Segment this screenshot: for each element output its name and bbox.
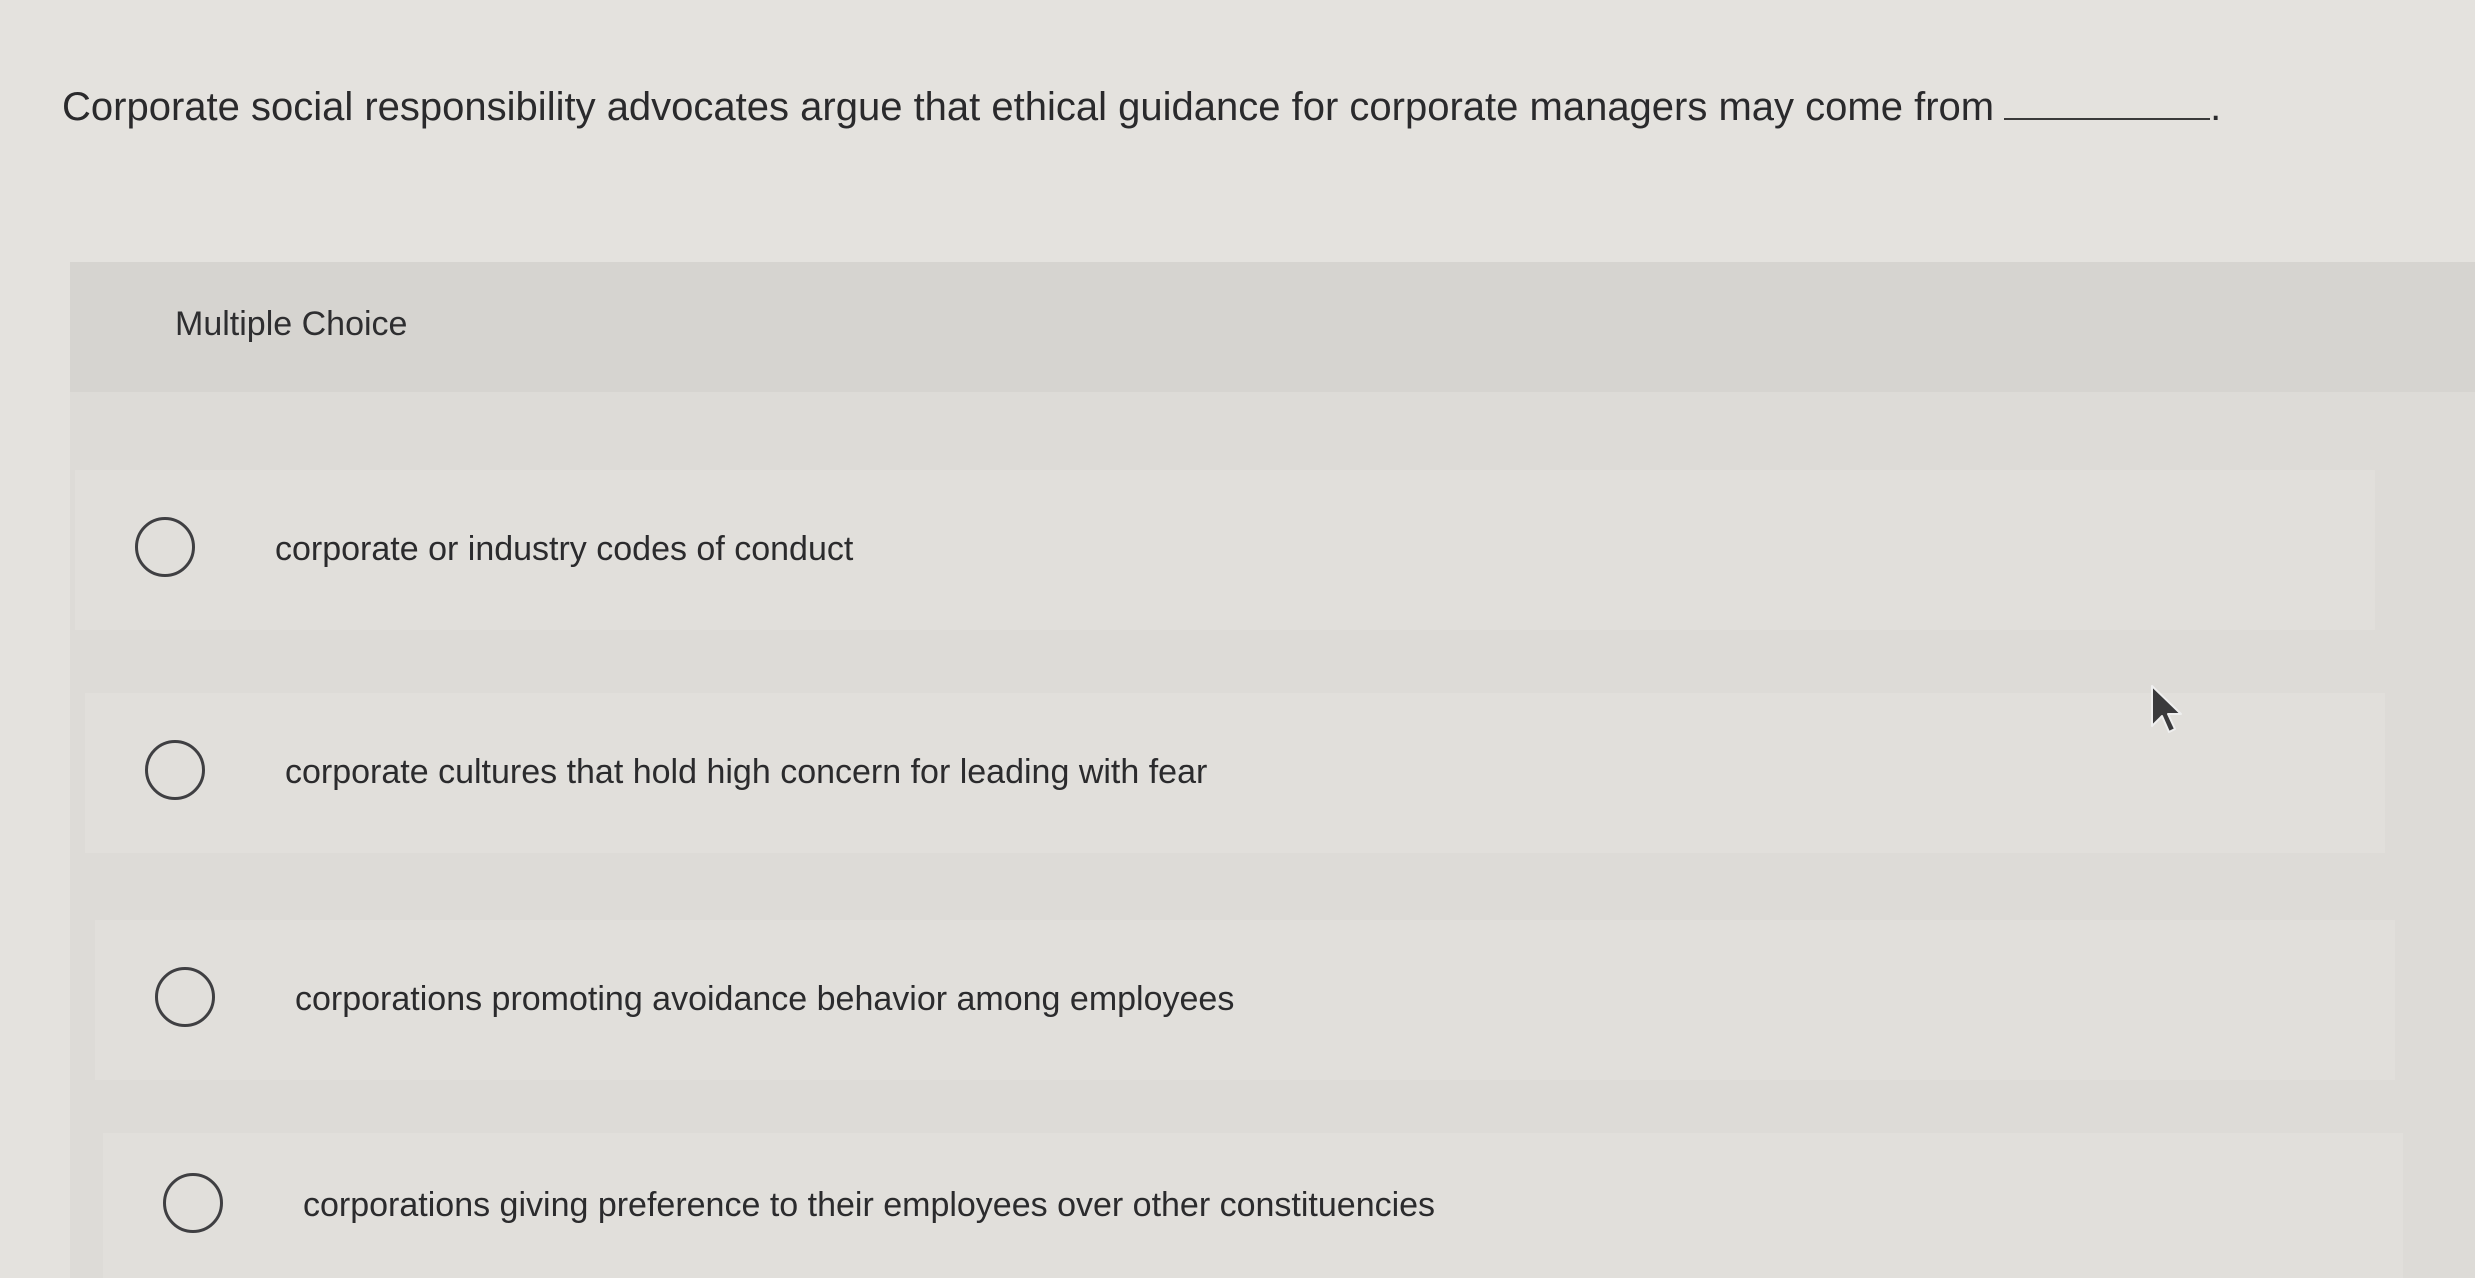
answer-option-4[interactable]: corporations giving preference to their … (103, 1133, 2403, 1278)
answer-option-1[interactable]: corporate or industry codes of conduct (75, 470, 2375, 630)
question-period: . (2210, 85, 2222, 129)
answer-option-2[interactable]: corporate cultures that hold high concer… (85, 693, 2385, 853)
question-text: Corporate social responsibility advocate… (62, 78, 2221, 135)
radio-button-icon[interactable] (163, 1172, 223, 1233)
answer-option-label: corporate or industry codes of conduct (275, 530, 854, 568)
question-prompt: Corporate social responsibility advocate… (62, 85, 1995, 129)
mouse-pointer-icon (2151, 685, 2182, 733)
radio-button-icon[interactable] (145, 740, 205, 800)
answer-option-label: corporations promoting avoidance behavio… (295, 980, 1235, 1018)
answer-option-label: corporations giving preference to their … (303, 1185, 1436, 1224)
panel-header: Multiple Choice (70, 262, 2475, 392)
radio-button-icon[interactable] (155, 967, 215, 1027)
answer-blank (2004, 78, 2211, 120)
panel-title: Multiple Choice (175, 305, 408, 343)
radio-button-icon[interactable] (135, 517, 195, 577)
answer-option-label: corporate cultures that hold high concer… (285, 753, 1208, 791)
answer-option-3[interactable]: corporations promoting avoidance behavio… (95, 920, 2395, 1080)
